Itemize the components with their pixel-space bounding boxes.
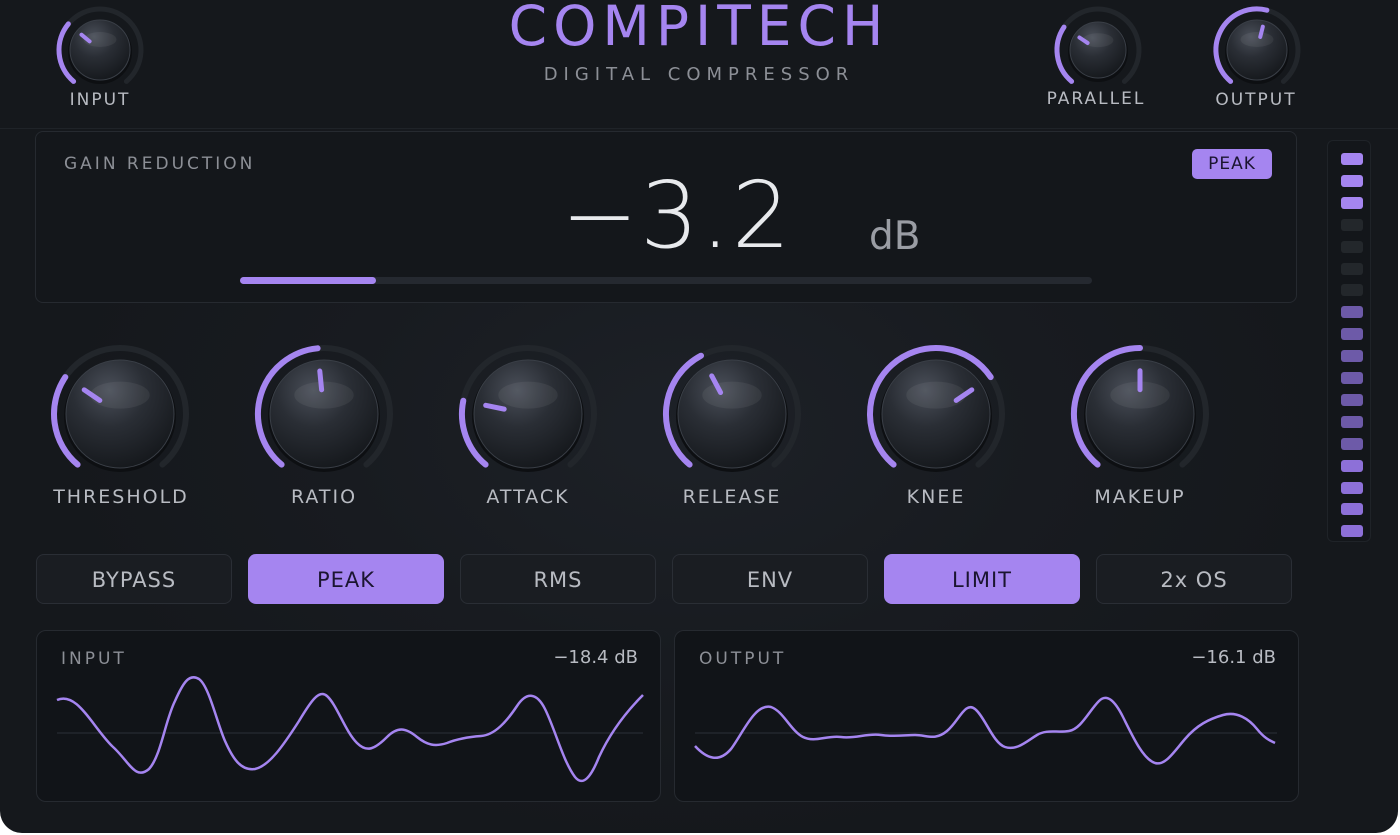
knee-knob-label: KNEE [906,486,966,508]
meter-segment [1341,350,1363,363]
makeup-knob-label: MAKEUP [1094,486,1186,508]
meter-segment [1341,174,1363,187]
gain-reduction-value: −3.2 [561,162,793,269]
output-waveform [694,696,1277,765]
threshold-knob-highlight [90,381,150,409]
limit-button[interactable]: LIMIT [884,554,1080,604]
gain-reduction-title: GAIN REDUCTION [64,154,256,174]
output-knob-highlight [1240,32,1274,47]
meter-segment [1341,328,1363,341]
threshold-knob-label: THRESHOLD [53,486,189,508]
knee-knob-highlight [906,381,966,409]
output-knob-body [1226,19,1288,81]
threshold-knob[interactable] [40,338,200,488]
gain-reduction-unit: dB [869,214,921,259]
meter-segment [1341,372,1363,384]
threshold-knob-body [65,359,175,469]
input-knob-body [69,19,131,81]
level-meter [1327,140,1371,542]
meter-segment [1341,218,1363,231]
attack-knob-label: ATTACK [486,486,570,508]
meter-segment [1341,240,1363,253]
release-knob-body [677,359,787,469]
bypass-button[interactable]: BYPASS [36,554,232,604]
makeup-knob[interactable] [1060,338,1220,488]
oversampling-button[interactable]: 2x OS [1096,554,1292,604]
ratio-knob-body [269,359,379,469]
parallel-knob-label: PARALLEL [1046,89,1146,109]
plugin-subtitle: DIGITAL COMPRESSOR [543,64,855,85]
output-waveform-line [694,696,1276,765]
input-waveform [56,676,644,783]
env-button[interactable]: ENV [672,554,868,604]
input-knob[interactable] [48,2,152,94]
meter-segment [1341,437,1363,450]
meter-segment [1341,153,1363,165]
peak-badge[interactable]: PEAK [1192,149,1272,179]
gain-reduction-bar-fill [240,277,377,284]
ratio-knob-pointer [317,368,325,393]
input-knob-label: INPUT [69,90,131,110]
gain-reduction-bar [240,277,1092,284]
meter-segment [1341,262,1363,275]
meter-segment [1341,525,1363,538]
ratio-knob-label: RATIO [290,486,358,508]
input-waveform-line [56,676,644,783]
parallel-knob-body [1069,21,1127,79]
attack-knob-highlight [498,381,558,409]
meter-segment [1341,393,1363,406]
release-knob-label: RELEASE [682,486,782,508]
output-knob[interactable] [1205,2,1309,94]
meter-segment [1341,503,1363,516]
attack-knob[interactable] [448,338,608,488]
knee-knob-body [881,359,991,469]
meter-segment [1341,415,1363,428]
ratio-knob-highlight [294,381,354,409]
release-knob-highlight [702,381,762,409]
plugin-title: COMPITECH [508,0,890,58]
rms-button[interactable]: RMS [460,554,656,604]
meter-segment [1341,481,1363,494]
output-knob-label: OUTPUT [1215,90,1297,110]
meter-segment [1341,459,1363,472]
gain-reduction-panel: GAIN REDUCTION PEAK −3.2 dB [35,131,1297,303]
parallel-knob[interactable] [1046,2,1150,94]
parallel-knob-highlight [1082,33,1114,48]
release-knob[interactable] [652,338,812,488]
meter-segment [1341,284,1363,297]
meter-segment [1341,306,1363,319]
output-knob-pointer [1258,24,1265,39]
knee-knob[interactable] [856,338,1016,488]
peak-button[interactable]: PEAK [248,554,444,604]
meter-segment [1341,196,1363,209]
input-scope-panel: INPUT −18.4 dB [36,630,661,802]
output-scope-panel: OUTPUT −16.1 dB [674,630,1299,802]
attack-knob-body [473,359,583,469]
ratio-knob[interactable] [244,338,404,488]
compressor-plugin-window: COMPITECH DIGITAL COMPRESSOR INPUT PARAL… [0,0,1398,833]
